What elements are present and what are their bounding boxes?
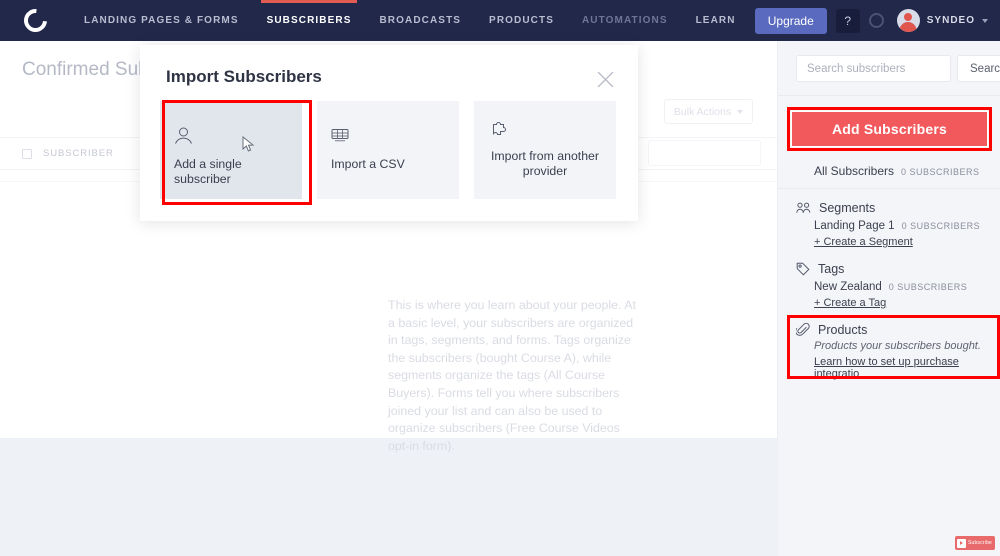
import-subscribers-modal: Import Subscribers Add a single subscrib… [140,45,638,221]
select-all-checkbox[interactable] [22,148,32,159]
all-subscribers-label: All Subscribers [814,164,895,178]
card-label: Add a single subscriber [174,157,242,186]
tags-title: Tags [818,262,845,276]
tag-item[interactable]: New Zealand 0 SUBSCRIBERS [796,276,1000,293]
bulk-actions-label: Bulk Actions [673,105,732,118]
chevron-down-icon [982,18,988,23]
bulk-actions-dropdown[interactable]: Bulk Actions [664,99,753,124]
card-label: Import a CSV [331,157,405,171]
segments-header: Segments [796,201,1000,215]
close-icon[interactable] [597,71,614,88]
products-integration-link[interactable]: Learn how to set up purchase integratio [814,356,1000,380]
youtube-play-icon [957,538,966,548]
user-menu[interactable]: SYNDEO [896,9,988,32]
empty-state-description: This is where you learn about your peopl… [388,298,636,453]
logo-container[interactable] [0,4,70,37]
sidebar-item-all-subscribers[interactable]: All Subscribers 0 SUBSCRIBERS [778,151,1000,189]
products-header: Products [796,323,1000,337]
nav-items: LANDING PAGES & FORMS SUBSCRIBERS BROADC… [70,0,750,41]
search-input[interactable] [796,55,951,82]
user-name-label: SYNDEO [926,15,975,26]
nav-label: PRODUCTS [489,15,554,26]
mouse-cursor-icon [242,136,255,152]
segment-count: 0 SUBSCRIBERS [901,221,981,231]
convertkit-logo-icon [18,4,52,37]
puzzle-piece-icon [493,122,506,135]
segments-title: Segments [819,201,876,215]
nav-item-landing-pages-forms[interactable]: LANDING PAGES & FORMS [70,0,253,41]
csv-file-icon [331,129,349,142]
card-import-another-provider[interactable]: Import from another provider [474,101,616,199]
help-icon[interactable]: ? [835,8,860,33]
products-title: Products [818,323,868,337]
segment-item[interactable]: Landing Page 1 0 SUBSCRIBERS [796,215,1000,232]
person-icon [175,127,192,144]
nav-label: BROADCASTS [379,15,462,26]
products-note: Products your subscribers bought. [814,340,981,352]
search-button[interactable]: Search [957,55,1000,82]
tag-label: New Zealand [814,281,882,293]
nav-label: SUBSCRIBERS [266,15,352,26]
nav-item-subscribers[interactable]: SUBSCRIBERS [253,0,366,41]
people-group-icon [796,202,811,213]
nav-item-broadcasts[interactable]: BROADCASTS [365,0,475,41]
tags-section: Tags New Zealand 0 SUBSCRIBERS + Create … [778,250,1000,311]
products-section: Products Products your subscribers bough… [778,311,1000,382]
card-label: Import from another provider [491,149,599,178]
add-subscribers-button[interactable]: Add Subscribers [791,111,988,147]
nav-label: LANDING PAGES & FORMS [84,15,239,26]
youtube-subscribe-button[interactable]: Subscribe [955,536,995,550]
navbar-right-group: Upgrade ? SYNDEO [754,7,1000,34]
nav-item-automations[interactable]: AUTOMATIONS [568,0,682,41]
add-subscribers-highlight: Add Subscribers [787,107,992,151]
avatar [896,9,920,32]
sidebar-search-row: Search [778,41,1000,95]
create-segment-link[interactable]: + Create a Segment [814,236,913,248]
upgrade-button[interactable]: Upgrade [754,7,827,34]
segments-section: Segments Landing Page 1 0 SUBSCRIBERS + … [778,189,1000,250]
create-tag-link[interactable]: + Create a Tag [814,297,886,309]
nav-item-products[interactable]: PRODUCTS [475,0,568,41]
import-option-cards: Add a single subscriber Import a CSV Imp… [160,101,616,199]
sidebar-divider [778,95,1000,96]
column-header-subscriber: SUBSCRIBER [43,148,114,159]
modal-title: Import Subscribers [166,67,322,86]
app-root: LANDING PAGES & FORMS SUBSCRIBERS BROADC… [0,0,1000,556]
paperclip-icon [796,323,810,336]
segment-label: Landing Page 1 [814,220,895,232]
nav-item-learn[interactable]: LEARN [682,0,750,41]
nav-label: LEARN [695,15,736,26]
tag-icon [796,262,810,276]
card-import-csv[interactable]: Import a CSV [317,101,459,199]
tags-header: Tags [796,262,1000,276]
page-title: Confirmed Subs [22,59,159,80]
chevron-down-icon [737,109,744,114]
tag-count: 0 SUBSCRIBERS [888,282,968,292]
card-add-single-subscriber[interactable]: Add a single subscriber [160,101,302,199]
top-navbar: LANDING PAGES & FORMS SUBSCRIBERS BROADC… [0,0,1000,41]
youtube-subscribe-label: Subscribe [968,540,993,546]
right-sidebar: Search Add Subscribers All Subscribers 0… [777,41,1000,556]
notification-ring-icon[interactable] [868,13,884,28]
inline-search-field[interactable] [648,140,761,166]
nav-label: AUTOMATIONS [581,15,668,26]
all-subscribers-count: 0 SUBSCRIBERS [901,167,980,177]
